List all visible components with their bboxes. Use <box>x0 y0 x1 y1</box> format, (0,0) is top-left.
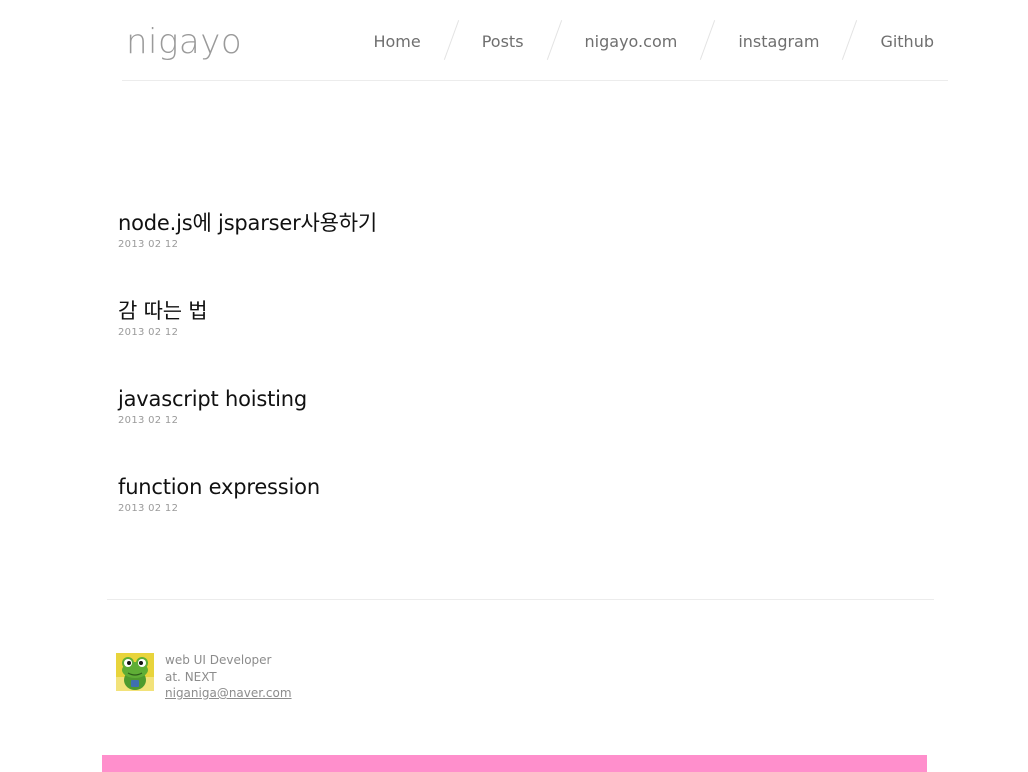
post-title-link[interactable]: node.js에 jsparser사용하기 <box>118 208 718 238</box>
author-card: web UI Developer at. NEXT niganiga@naver… <box>116 653 292 702</box>
post-title-link[interactable]: 감 따는 법 <box>118 296 718 326</box>
nav-item-home[interactable]: Home <box>373 30 420 51</box>
list-item: function expression 2013 02 12 <box>118 472 718 560</box>
nav-item-nigayo-com[interactable]: nigayo.com <box>585 30 678 51</box>
nav-separator <box>443 20 459 60</box>
post-title-link[interactable]: function expression <box>118 472 718 502</box>
main-nav: Home Posts nigayo.com instagram Github <box>373 0 934 80</box>
list-item: 감 따는 법 2013 02 12 <box>118 296 718 384</box>
post-list: node.js에 jsparser사용하기 2013 02 12 감 따는 법 … <box>118 208 718 560</box>
list-item: node.js에 jsparser사용하기 2013 02 12 <box>118 208 718 296</box>
footer-divider <box>107 599 934 600</box>
author-info: web UI Developer at. NEXT niganiga@naver… <box>165 652 292 702</box>
frog-avatar-icon <box>116 653 154 691</box>
post-title-link[interactable]: javascript hoisting <box>118 384 718 414</box>
post-date: 2013 02 12 <box>118 327 179 338</box>
site-logo[interactable]: nigayo <box>126 22 242 62</box>
nav-item-github[interactable]: Github <box>880 30 934 51</box>
post-date: 2013 02 12 <box>118 415 179 426</box>
site-header: nigayo Home Posts nigayo.com instagram G… <box>122 0 948 81</box>
list-item: javascript hoisting 2013 02 12 <box>118 384 718 472</box>
author-role: web UI Developer <box>165 653 272 667</box>
nav-item-posts[interactable]: Posts <box>482 30 524 51</box>
nav-separator <box>546 20 562 60</box>
nav-separator <box>842 20 858 60</box>
author-email-link[interactable]: niganiga@naver.com <box>165 686 292 700</box>
bottom-accent-bar <box>102 755 927 772</box>
post-date: 2013 02 12 <box>118 239 179 250</box>
nav-separator <box>700 20 716 60</box>
post-date: 2013 02 12 <box>118 503 179 514</box>
nav-item-instagram[interactable]: instagram <box>738 30 819 51</box>
author-company: at. NEXT <box>165 669 217 684</box>
